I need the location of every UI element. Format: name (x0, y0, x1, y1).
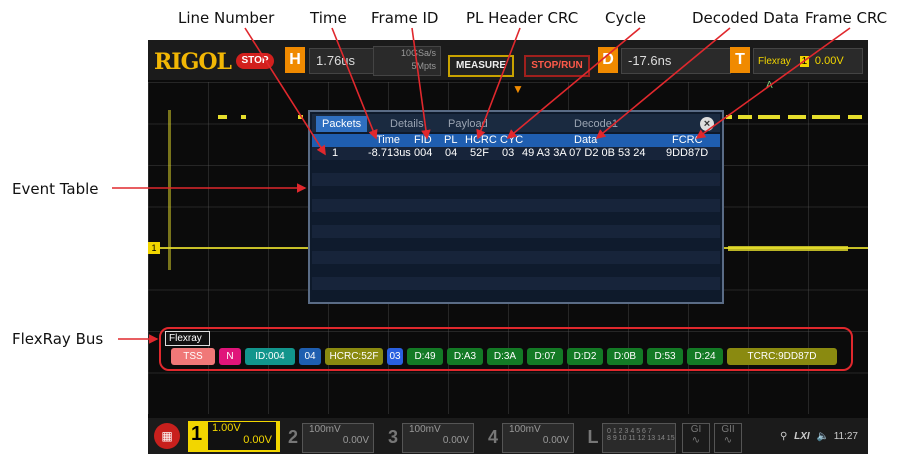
callout-arrows (112, 27, 851, 344)
